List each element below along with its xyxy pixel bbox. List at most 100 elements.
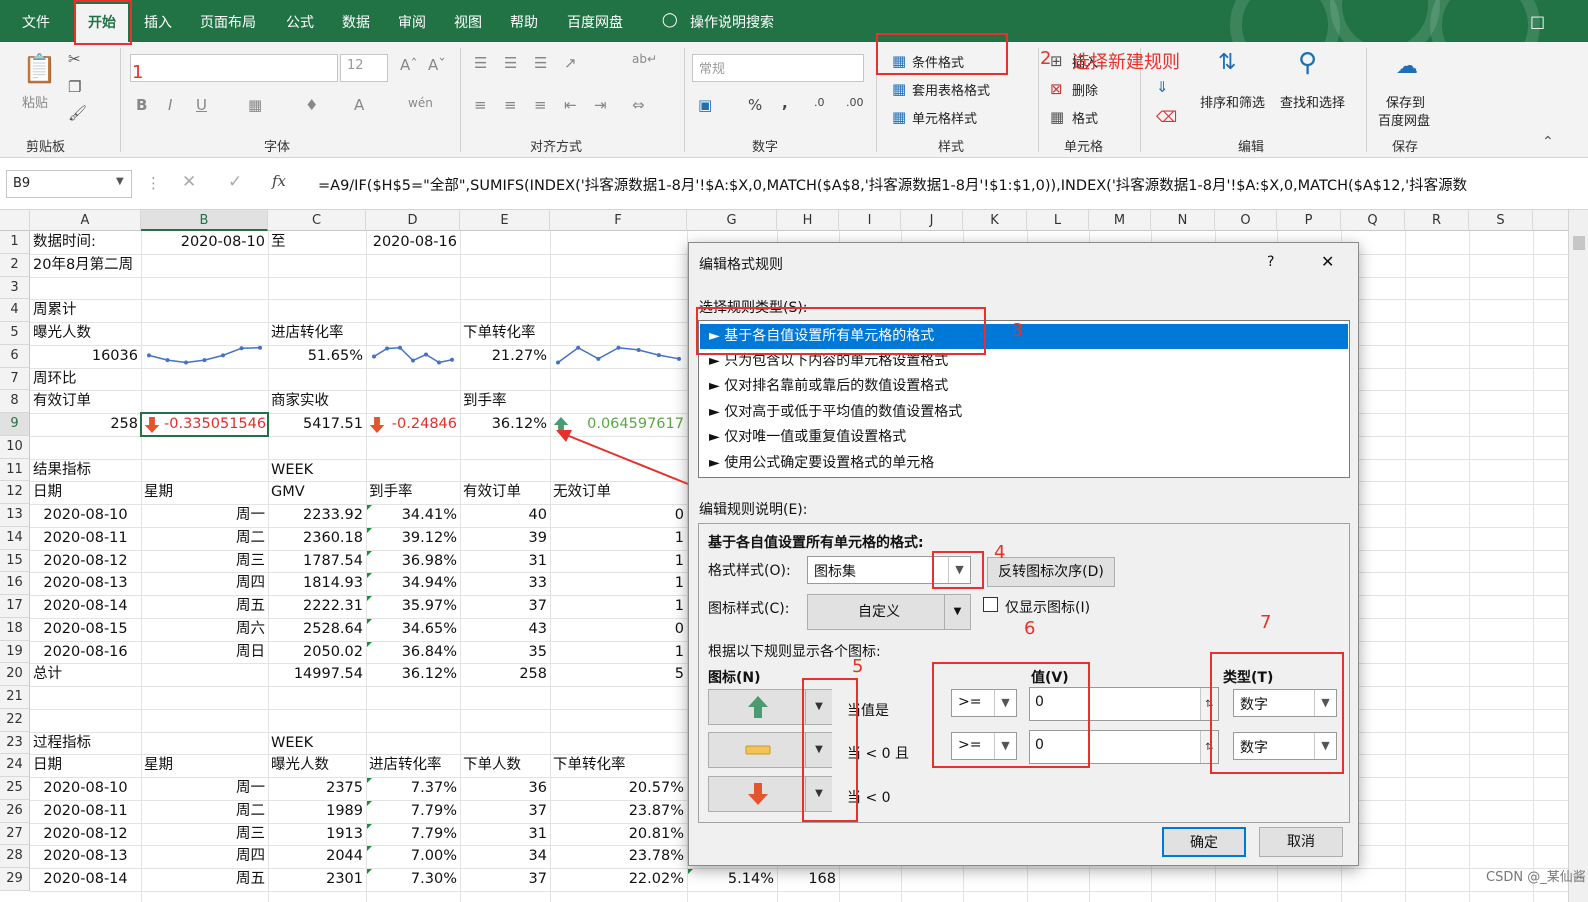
decrease-font-icon[interactable]: Aˇ (428, 56, 446, 74)
row-header-15[interactable]: 15 (0, 549, 30, 573)
cell-a29[interactable]: 2020-08-14 (33, 868, 138, 891)
row-header-18[interactable]: 18 (0, 617, 30, 641)
cell-b18[interactable]: 周六 (144, 618, 265, 641)
cell-f15[interactable]: 1 (553, 550, 684, 573)
column-header-r[interactable]: R (1405, 210, 1469, 231)
cell-d24[interactable]: 进店转化率 (369, 754, 457, 777)
merge-icon[interactable]: ⇔ (632, 96, 645, 114)
row-header-4[interactable]: 4 (0, 299, 30, 322)
cell-b25[interactable]: 周一 (144, 777, 265, 800)
copy-icon[interactable]: ❐ (68, 78, 81, 96)
cell-d20[interactable]: 36.12% (369, 663, 457, 686)
align-middle-icon[interactable]: ☰ (504, 54, 517, 72)
row-header-23[interactable]: 23 (0, 731, 30, 755)
column-header-q[interactable]: Q (1341, 210, 1405, 231)
cell-b29[interactable]: 周五 (144, 868, 265, 891)
cell-f29[interactable]: 22.02% (553, 868, 684, 891)
delete-cells-button[interactable]: 删除 (1072, 80, 1098, 99)
rule-type-item[interactable]: ► 仅对排名靠前或靠后的数值设置格式 (700, 374, 1348, 399)
cell-c1[interactable]: 至 (271, 231, 363, 254)
cell-c27[interactable]: 1913 (271, 823, 363, 846)
cell-e27[interactable]: 31 (463, 823, 547, 846)
menu-help[interactable]: 帮助 (510, 12, 538, 32)
outdent-icon[interactable]: ⇥ (594, 96, 607, 114)
cell-a2[interactable]: 20年8月第二周 (33, 254, 138, 277)
phonetic-icon[interactable]: wén (408, 96, 433, 110)
clear-icon[interactable]: ⌫ (1156, 108, 1177, 126)
cell-f27[interactable]: 20.81% (553, 823, 684, 846)
decrease-decimal-icon[interactable]: .00 (846, 96, 864, 109)
menu-data[interactable]: 数据 (342, 12, 370, 32)
cell-c20[interactable]: 14997.54 (271, 663, 363, 686)
row-header-10[interactable]: 10 (0, 435, 30, 459)
format-painter-icon[interactable]: 🖌 (68, 104, 87, 122)
row-header-6[interactable]: 6 (0, 344, 30, 368)
rule-type-item[interactable]: ► 使用公式确定要设置格式的单元格 (700, 451, 1348, 476)
currency-icon[interactable]: ▣ (698, 96, 712, 114)
column-header-e[interactable]: E (460, 210, 550, 231)
cell-c28[interactable]: 2044 (271, 845, 363, 868)
row-header-29[interactable]: 29 (0, 868, 30, 891)
column-header-d[interactable]: D (366, 210, 460, 231)
cell-d27[interactable]: 7.79% (369, 823, 457, 846)
font-color-icon[interactable]: A (354, 96, 364, 114)
vertical-scrollbar[interactable] (1568, 210, 1588, 902)
save-to-label[interactable]: 保存到 (1386, 92, 1425, 111)
row-header-13[interactable]: 13 (0, 504, 30, 527)
cell-a9[interactable]: 258 (33, 413, 138, 436)
cell-a6[interactable]: 16036 (33, 345, 138, 368)
cell-d12[interactable]: 到手率 (369, 481, 457, 504)
row-header-5[interactable]: 5 (0, 322, 30, 345)
cell-e26[interactable]: 37 (463, 800, 547, 823)
cell-c6[interactable]: 51.65% (271, 345, 363, 368)
align-bottom-icon[interactable]: ☰ (534, 54, 547, 72)
cell-a11[interactable]: 结果指标 (33, 459, 138, 482)
cell-e16[interactable]: 33 (463, 572, 547, 595)
enter-icon[interactable]: ✓ (228, 172, 242, 192)
sort-filter-button[interactable]: 排序和筛选 (1200, 92, 1265, 111)
row-header-28[interactable]: 28 (0, 845, 30, 868)
fill-color-icon[interactable]: ♦ (305, 96, 318, 114)
cell-c8[interactable]: 商家实收 (271, 390, 363, 413)
close-icon[interactable]: ✕ (1321, 252, 1334, 271)
cell-a4[interactable]: 周累计 (33, 299, 138, 322)
cell-f20[interactable]: 5 (553, 663, 684, 686)
cell-b12[interactable]: 星期 (144, 481, 265, 504)
cell-c26[interactable]: 1989 (271, 800, 363, 823)
cell-f14[interactable]: 1 (553, 527, 684, 550)
cell-b13[interactable]: 周一 (144, 504, 265, 527)
cell-d26[interactable]: 7.79% (369, 800, 457, 823)
autosum-icon[interactable]: ⇓ (1156, 78, 1169, 96)
cell-b27[interactable]: 周三 (144, 823, 265, 846)
font-name-combo[interactable] (130, 54, 338, 82)
cancel-button[interactable]: 取消 (1259, 827, 1343, 857)
cell-d9[interactable]: -0.24846 (389, 413, 457, 436)
orientation-icon[interactable]: ↗ (564, 54, 577, 72)
column-header-a[interactable]: A (30, 210, 141, 231)
rule-type-item[interactable]: ► 仅对唯一值或重复值设置格式 (700, 425, 1348, 450)
column-header-k[interactable]: K (963, 210, 1027, 231)
cell-d1[interactable]: 2020-08-16 (369, 231, 457, 254)
cell-d17[interactable]: 35.97% (369, 595, 457, 618)
formula-input[interactable]: =A9/IF($H$5="全部",SUMIFS(INDEX('抖客源数据1-8月… (318, 174, 1558, 195)
cell-d15[interactable]: 36.98% (369, 550, 457, 573)
show-icon-only-checkbox[interactable] (983, 597, 998, 612)
cell-e15[interactable]: 31 (463, 550, 547, 573)
cell-a5[interactable]: 曝光人数 (33, 322, 138, 345)
align-center-icon[interactable]: ≡ (504, 96, 517, 114)
cell-c18[interactable]: 2528.64 (271, 618, 363, 641)
menu-review[interactable]: 审阅 (398, 12, 426, 32)
table-format-button[interactable]: 套用表格格式 (912, 80, 990, 99)
menu-file[interactable]: 文件 (22, 12, 50, 32)
rule-type-item[interactable]: ► 仅对高于或低于平均值的数值设置格式 (700, 400, 1348, 425)
cell-e28[interactable]: 34 (463, 845, 547, 868)
cell-a26[interactable]: 2020-08-11 (33, 800, 138, 823)
cell-a15[interactable]: 2020-08-12 (33, 550, 138, 573)
indent-icon[interactable]: ⇤ (564, 96, 577, 114)
cell-e25[interactable]: 36 (463, 777, 547, 800)
cell-d29[interactable]: 7.30% (369, 868, 457, 891)
wrap-text-icon[interactable]: ab↵ (632, 52, 657, 66)
cell-f25[interactable]: 20.57% (553, 777, 684, 800)
cut-icon[interactable]: ✂ (68, 50, 81, 68)
cell-h29[interactable]: 168 (780, 868, 836, 891)
